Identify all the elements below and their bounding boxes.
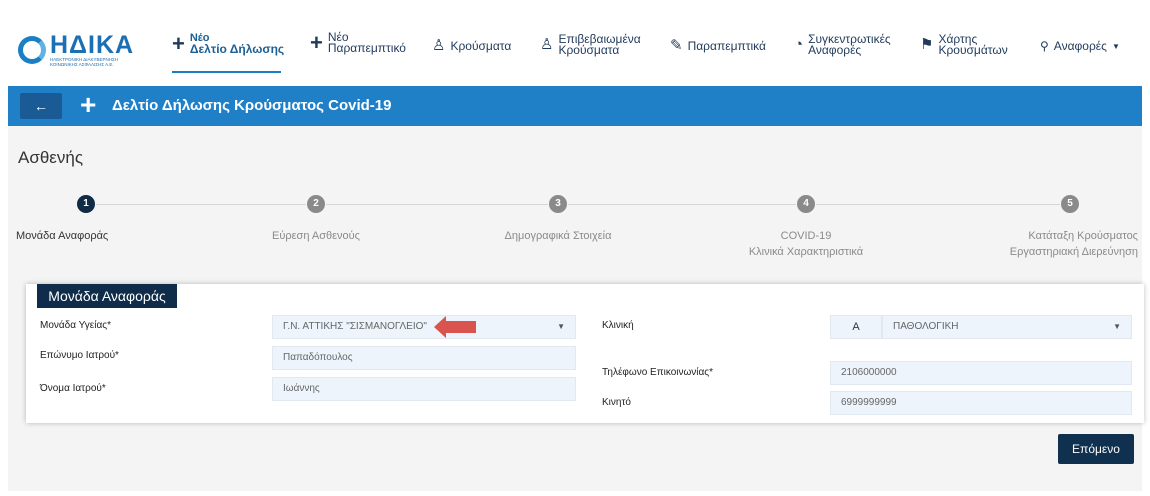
health-unit-select[interactable]: Γ.Ν. ΑΤΤΙΚΗΣ "ΣΙΣΜΑΝΟΓΛΕΙΟ" ▼ [272, 315, 576, 339]
nav-new-report-line2: Δελτίο Δήλωσης [189, 42, 285, 56]
nav-referrals-label: Παραπεμπτικά [687, 38, 766, 53]
red-arrow-icon [434, 316, 476, 338]
logo-title: ΗΔΙΚΑ [50, 31, 135, 59]
card-title: Μονάδα Αναφοράς [37, 284, 177, 308]
reporting-unit-card: Μονάδα Αναφοράς Μονάδα Υγείας* Γ.Ν. ΑΤΤΙ… [26, 284, 1144, 423]
caret-down-icon: ▼ [557, 322, 565, 331]
back-button[interactable]: ← [20, 93, 62, 119]
surname-field[interactable]: Παπαδόπουλος [272, 346, 576, 370]
nav-new-report[interactable]: + Νέο Δελτίο Δήλωσης [172, 32, 284, 55]
top-navbar: ΗΔΙΚΑ ΗΛΕΚΤΡΟΝΙΚΗ ΔΙΑΚΥΒΕΡΝΗΣΗ ΚΟΙΝΩΝΙΚΗ… [0, 0, 1150, 84]
step-3-label: Δημογραφικά Στοιχεία [478, 228, 638, 244]
step-2-number[interactable]: 2 [307, 195, 325, 213]
step-connector [568, 204, 796, 205]
step-5-label: Κατάταξη Κρούσματος Εργαστηριακή Διερεύν… [982, 228, 1138, 260]
nav-confirmed-cases[interactable]: ♙ Επιβεβαιωμένα Κρούσματα [540, 33, 641, 57]
content-area: Ασθενής 1 2 3 4 5 Μονάδα Αναφοράς Εύρεση… [8, 126, 1144, 491]
step-5-number[interactable]: 5 [1061, 195, 1079, 213]
plus-icon: + [80, 89, 97, 120]
page: ΗΔΙΚΑ ΗΛΕΚΤΡΟΝΙΚΗ ΔΙΑΚΥΒΕΡΝΗΣΗ ΚΟΙΝΩΝΙΚΗ… [0, 0, 1150, 496]
clinic-value: ΠΑΘΟΛΟΓΙΚΗ [893, 321, 959, 332]
step-1-label-line1: Μονάδα Αναφοράς [16, 230, 109, 242]
nav-confirmed-line2: Κρούσματα [558, 43, 620, 57]
step-1-label: Μονάδα Αναφοράς [16, 228, 156, 244]
logo-icon [18, 34, 46, 66]
name-field[interactable]: Ιωάννης [272, 377, 576, 401]
nav-cases-label: Κρούσματα [450, 38, 512, 53]
nav-cases[interactable]: ♙ Κρούσματα [432, 37, 512, 54]
nav-reports-label: Αναφορές [1053, 38, 1107, 53]
plus-icon: + [310, 30, 323, 55]
step-4-label: COVID-19 Κλινικά Χαρακτηριστικά [728, 228, 884, 260]
mobile-field[interactable]: 6999999999 [830, 391, 1132, 415]
step-connector [816, 204, 1060, 205]
name-label: Όνομα Ιατρού* [40, 383, 106, 394]
step-5-label-line2: Εργαστηριακή Διερεύνηση [1009, 246, 1138, 258]
clinic-label: Κλινική [602, 320, 634, 331]
step-2-label-line1: Εύρεση Ασθενούς [272, 230, 360, 242]
nav-new-referral[interactable]: + Νέο Παραπεμπτικό [310, 30, 406, 55]
plus-icon: + [172, 30, 185, 56]
wizard-stepper: 1 2 3 4 5 Μονάδα Αναφοράς Εύρεση Ασθενού… [8, 192, 1142, 272]
phone-label: Τηλέφωνο Επικοινωνίας* [602, 367, 714, 378]
edit-icon: ✎ [670, 37, 683, 54]
map-users-icon: ⚑ [920, 36, 934, 53]
step-4-label-line2: Κλινικά Χαρακτηριστικά [748, 246, 864, 258]
step-3-number[interactable]: 3 [549, 195, 567, 213]
step-connector [96, 204, 306, 205]
title-bar: ← + Δελτίο Δήλωσης Κρούσματος Covid-19 [8, 86, 1142, 126]
health-unit-label: Μονάδα Υγείας* [40, 320, 111, 331]
next-button[interactable]: Επόμενο [1058, 434, 1134, 464]
nav-summary-line2: Αναφορές [808, 43, 862, 57]
users-icon: ♙ [540, 36, 554, 53]
users-icon: ♙ [432, 37, 446, 54]
nav-case-map[interactable]: ⚑ Χάρτης Κρουσμάτων [920, 33, 1008, 57]
caret-down-icon: ▼ [1111, 41, 1120, 51]
step-3-label-line1: Δημογραφικά Στοιχεία [504, 230, 612, 242]
step-4-label-line1: COVID-19 [780, 230, 832, 242]
logo[interactable]: ΗΔΙΚΑ ΗΛΕΚΤΡΟΝΙΚΗ ΔΙΑΚΥΒΕΡΝΗΣΗ ΚΟΙΝΩΝΙΚΗ… [18, 30, 138, 70]
step-5-label-line1: Κατάταξη Κρούσματος [1028, 230, 1138, 242]
clinic-select[interactable]: ΠΑΘΟΛΟΓΙΚΗ ▼ [882, 315, 1132, 339]
pie-chart-icon: ◔ [794, 36, 804, 53]
caret-down-icon: ▼ [1113, 322, 1121, 331]
phone-field[interactable]: 2106000000 [830, 361, 1132, 385]
step-connector [326, 204, 548, 205]
surname-label: Επώνυμο Ιατρού* [40, 350, 119, 361]
mobile-label: Κινητό [602, 397, 631, 408]
section-heading: Ασθενής [18, 148, 84, 167]
step-1-number[interactable]: 1 [77, 195, 95, 213]
nav-map-line2: Κρουσμάτων [938, 43, 1008, 57]
page-title: Δελτίο Δήλωσης Κρούσματος Covid-19 [112, 97, 392, 114]
nav-referrals[interactable]: ✎ Παραπεμπτικά [670, 37, 766, 54]
clinic-code-field[interactable]: Α [830, 315, 882, 339]
health-unit-value: Γ.Ν. ΑΤΤΙΚΗΣ "ΣΙΣΜΑΝΟΓΛΕΙΟ" [283, 321, 427, 332]
active-nav-indicator [172, 71, 281, 73]
nav-reports-dropdown[interactable]: ⚲ Αναφορές ▼ [1040, 38, 1120, 53]
nav-new-referral-line2: Παραπεμπτικό [327, 41, 406, 55]
step-4-number[interactable]: 4 [797, 195, 815, 213]
search-icon: ⚲ [1040, 39, 1049, 53]
nav-summary-reports[interactable]: ◔ Συγκεντρωτικές Αναφορές [794, 33, 891, 57]
step-2-label: Εύρεση Ασθενούς [246, 228, 386, 244]
